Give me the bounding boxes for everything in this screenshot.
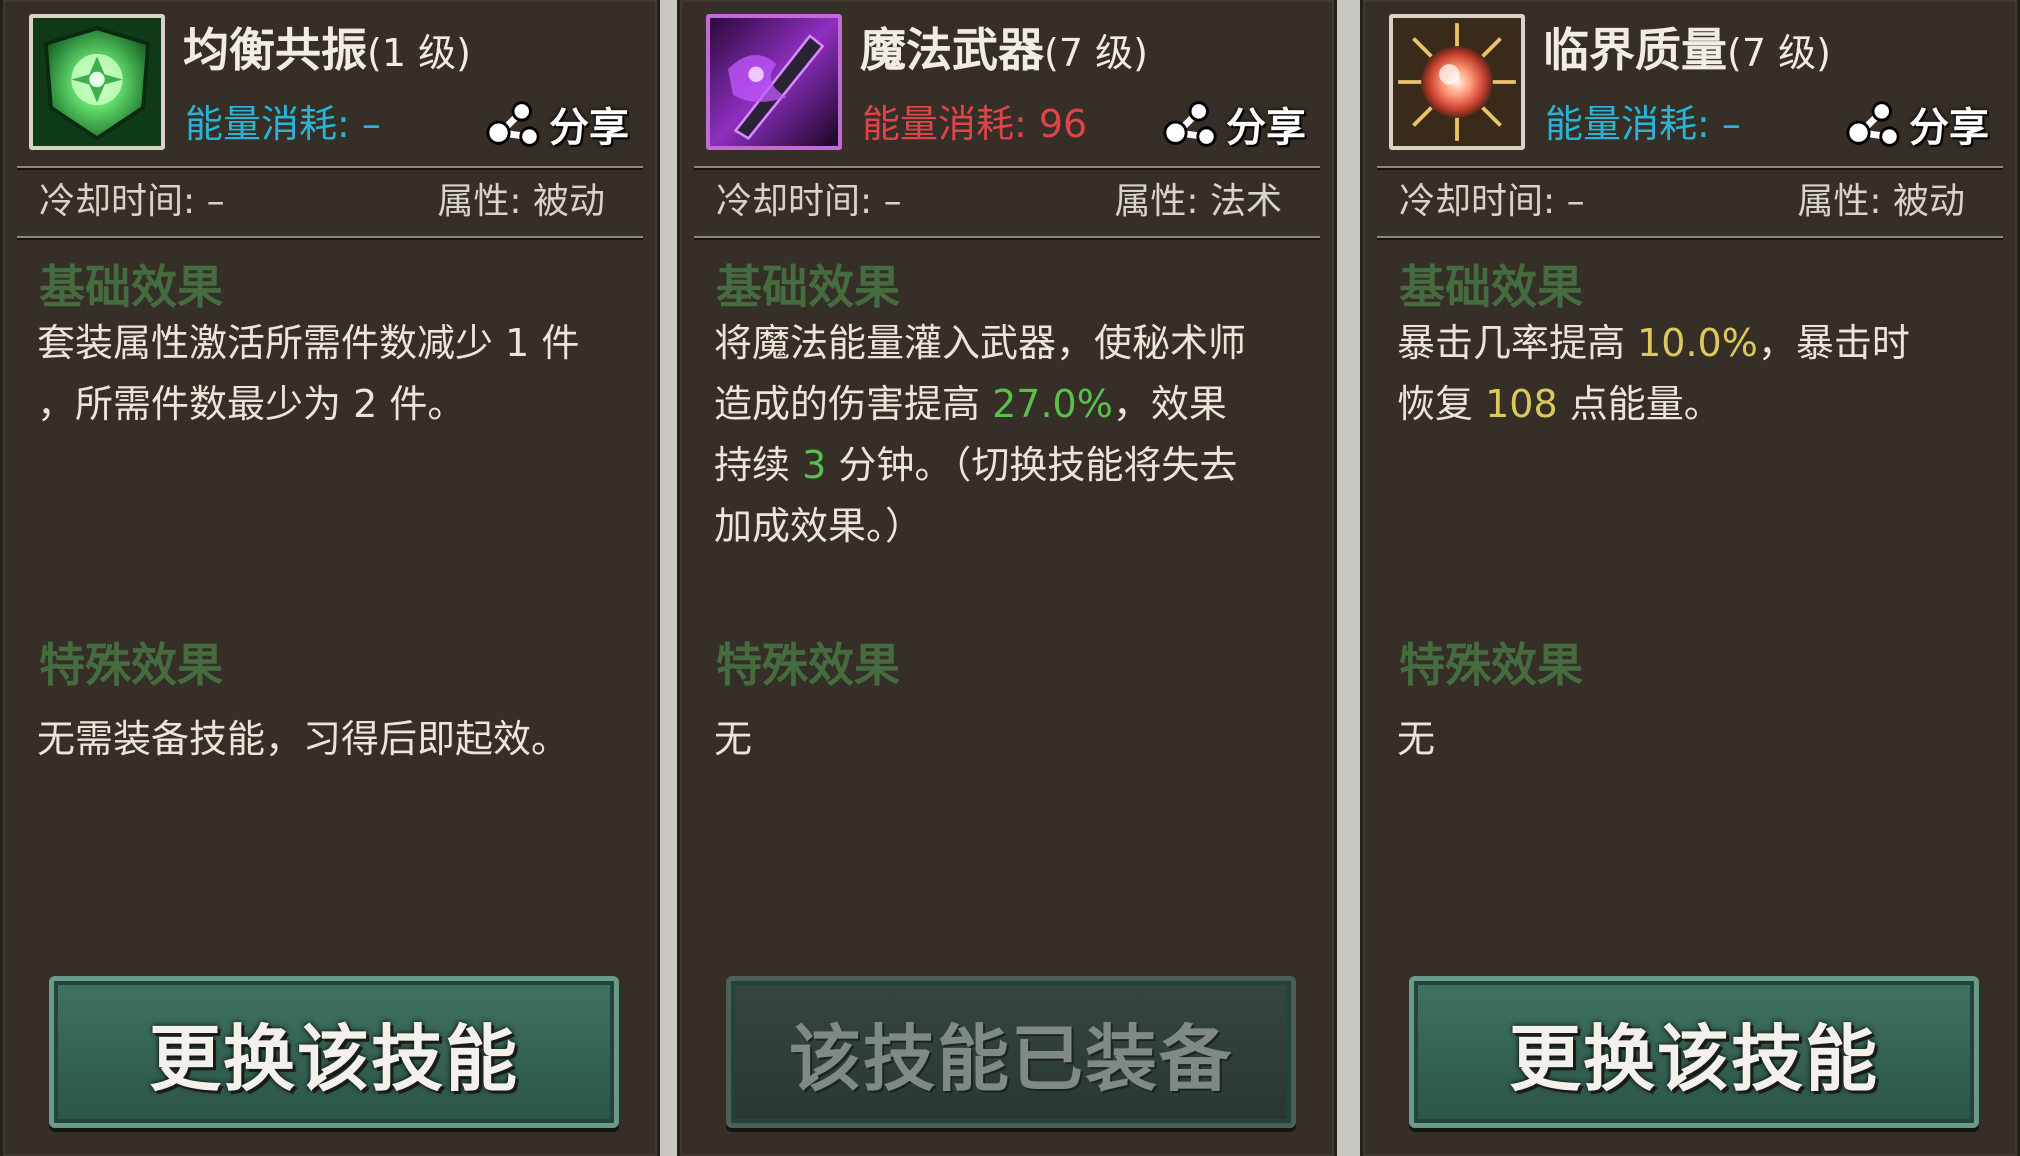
divider <box>17 166 643 170</box>
energy-restore-value: 108 <box>1485 382 1558 426</box>
crit-chance-value: 10.0% <box>1637 321 1758 365</box>
attribute-text: 属性: 被动 <box>437 181 605 222</box>
share-button[interactable]: 分享 <box>1162 96 1306 152</box>
purple-magic-weapon-icon <box>706 14 842 150</box>
attribute-text: 属性: 被动 <box>1797 181 1965 222</box>
divider <box>1377 236 2003 240</box>
duration-value: 3 <box>802 443 827 487</box>
base-effect-text: 套装属性激活所需件数减少 1 件 ，所需件数最少为 2 件。 <box>37 321 580 426</box>
divider <box>17 236 643 240</box>
skill-card-critical-mass: 临界质量(7 级) 能量消耗: – 分享 冷却时间: – 属性: 被动 基础效果… <box>1360 0 2020 1156</box>
divider <box>694 236 1320 240</box>
base-effect-heading: 基础效果 <box>716 260 900 314</box>
skill-equipped-button: 该技能已装备 <box>726 976 1296 1128</box>
skill-title: 均衡共振(1 级) <box>183 23 471 77</box>
special-effect-text: 无需装备技能，习得后即起效。 <box>37 717 570 761</box>
special-effect-heading: 特殊效果 <box>716 638 900 692</box>
energy-cost: 能量消耗: – <box>185 102 381 146</box>
share-button[interactable]: 分享 <box>1845 96 1989 152</box>
skill-level: (1 级) <box>367 31 471 75</box>
share-label: 分享 <box>549 105 629 151</box>
energy-cost: 能量消耗: – <box>1545 102 1741 146</box>
base-effect-text: 将魔法能量灌入武器，使秘术师 造成的伤害提高 27.0%，效果 持续 3 分钟。… <box>714 321 1247 548</box>
divider <box>1377 166 2003 170</box>
replace-skill-button[interactable]: 更换该技能 <box>1409 976 1979 1128</box>
base-effect-text: 暴击几率提高 10.0%，暴击时 恢复 108 点能量。 <box>1397 321 1910 426</box>
skill-card-balance-resonance: 均衡共振(1 级) 能量消耗: – 分享 冷却时间: – 属性: 被动 基础效果… <box>0 0 660 1156</box>
special-effect-text: 无 <box>1397 717 1436 761</box>
share-icon <box>486 101 540 147</box>
green-resonance-icon <box>29 14 165 150</box>
share-button[interactable]: 分享 <box>485 96 629 152</box>
damage-bonus-value: 27.0% <box>992 382 1113 426</box>
skill-card-magic-weapon: 魔法武器(7 级) 能量消耗: 96 分享 冷却时间: – 属性: 法术 基础效… <box>677 0 1337 1156</box>
special-effect-text: 无 <box>714 717 753 761</box>
cooldown-text: 冷却时间: – <box>716 181 902 222</box>
critical-mass-orb-icon <box>1389 14 1525 150</box>
share-icon <box>1163 101 1217 147</box>
base-effect-heading: 基础效果 <box>1399 260 1583 314</box>
cooldown-text: 冷却时间: – <box>1399 181 1585 222</box>
special-effect-heading: 特殊效果 <box>39 638 223 692</box>
skill-level: (7 级) <box>1044 31 1148 75</box>
replace-skill-button[interactable]: 更换该技能 <box>49 976 619 1128</box>
skill-level: (7 级) <box>1727 31 1831 75</box>
skill-title: 魔法武器(7 级) <box>860 23 1148 77</box>
divider <box>694 166 1320 170</box>
attribute-text: 属性: 法术 <box>1114 181 1282 222</box>
base-effect-heading: 基础效果 <box>39 260 223 314</box>
energy-cost: 能量消耗: 96 <box>862 102 1088 146</box>
cooldown-text: 冷却时间: – <box>39 181 225 222</box>
share-label: 分享 <box>1909 105 1989 151</box>
skill-title: 临界质量(7 级) <box>1543 23 1831 77</box>
share-label: 分享 <box>1226 105 1306 151</box>
share-icon <box>1846 101 1900 147</box>
special-effect-heading: 特殊效果 <box>1399 638 1583 692</box>
